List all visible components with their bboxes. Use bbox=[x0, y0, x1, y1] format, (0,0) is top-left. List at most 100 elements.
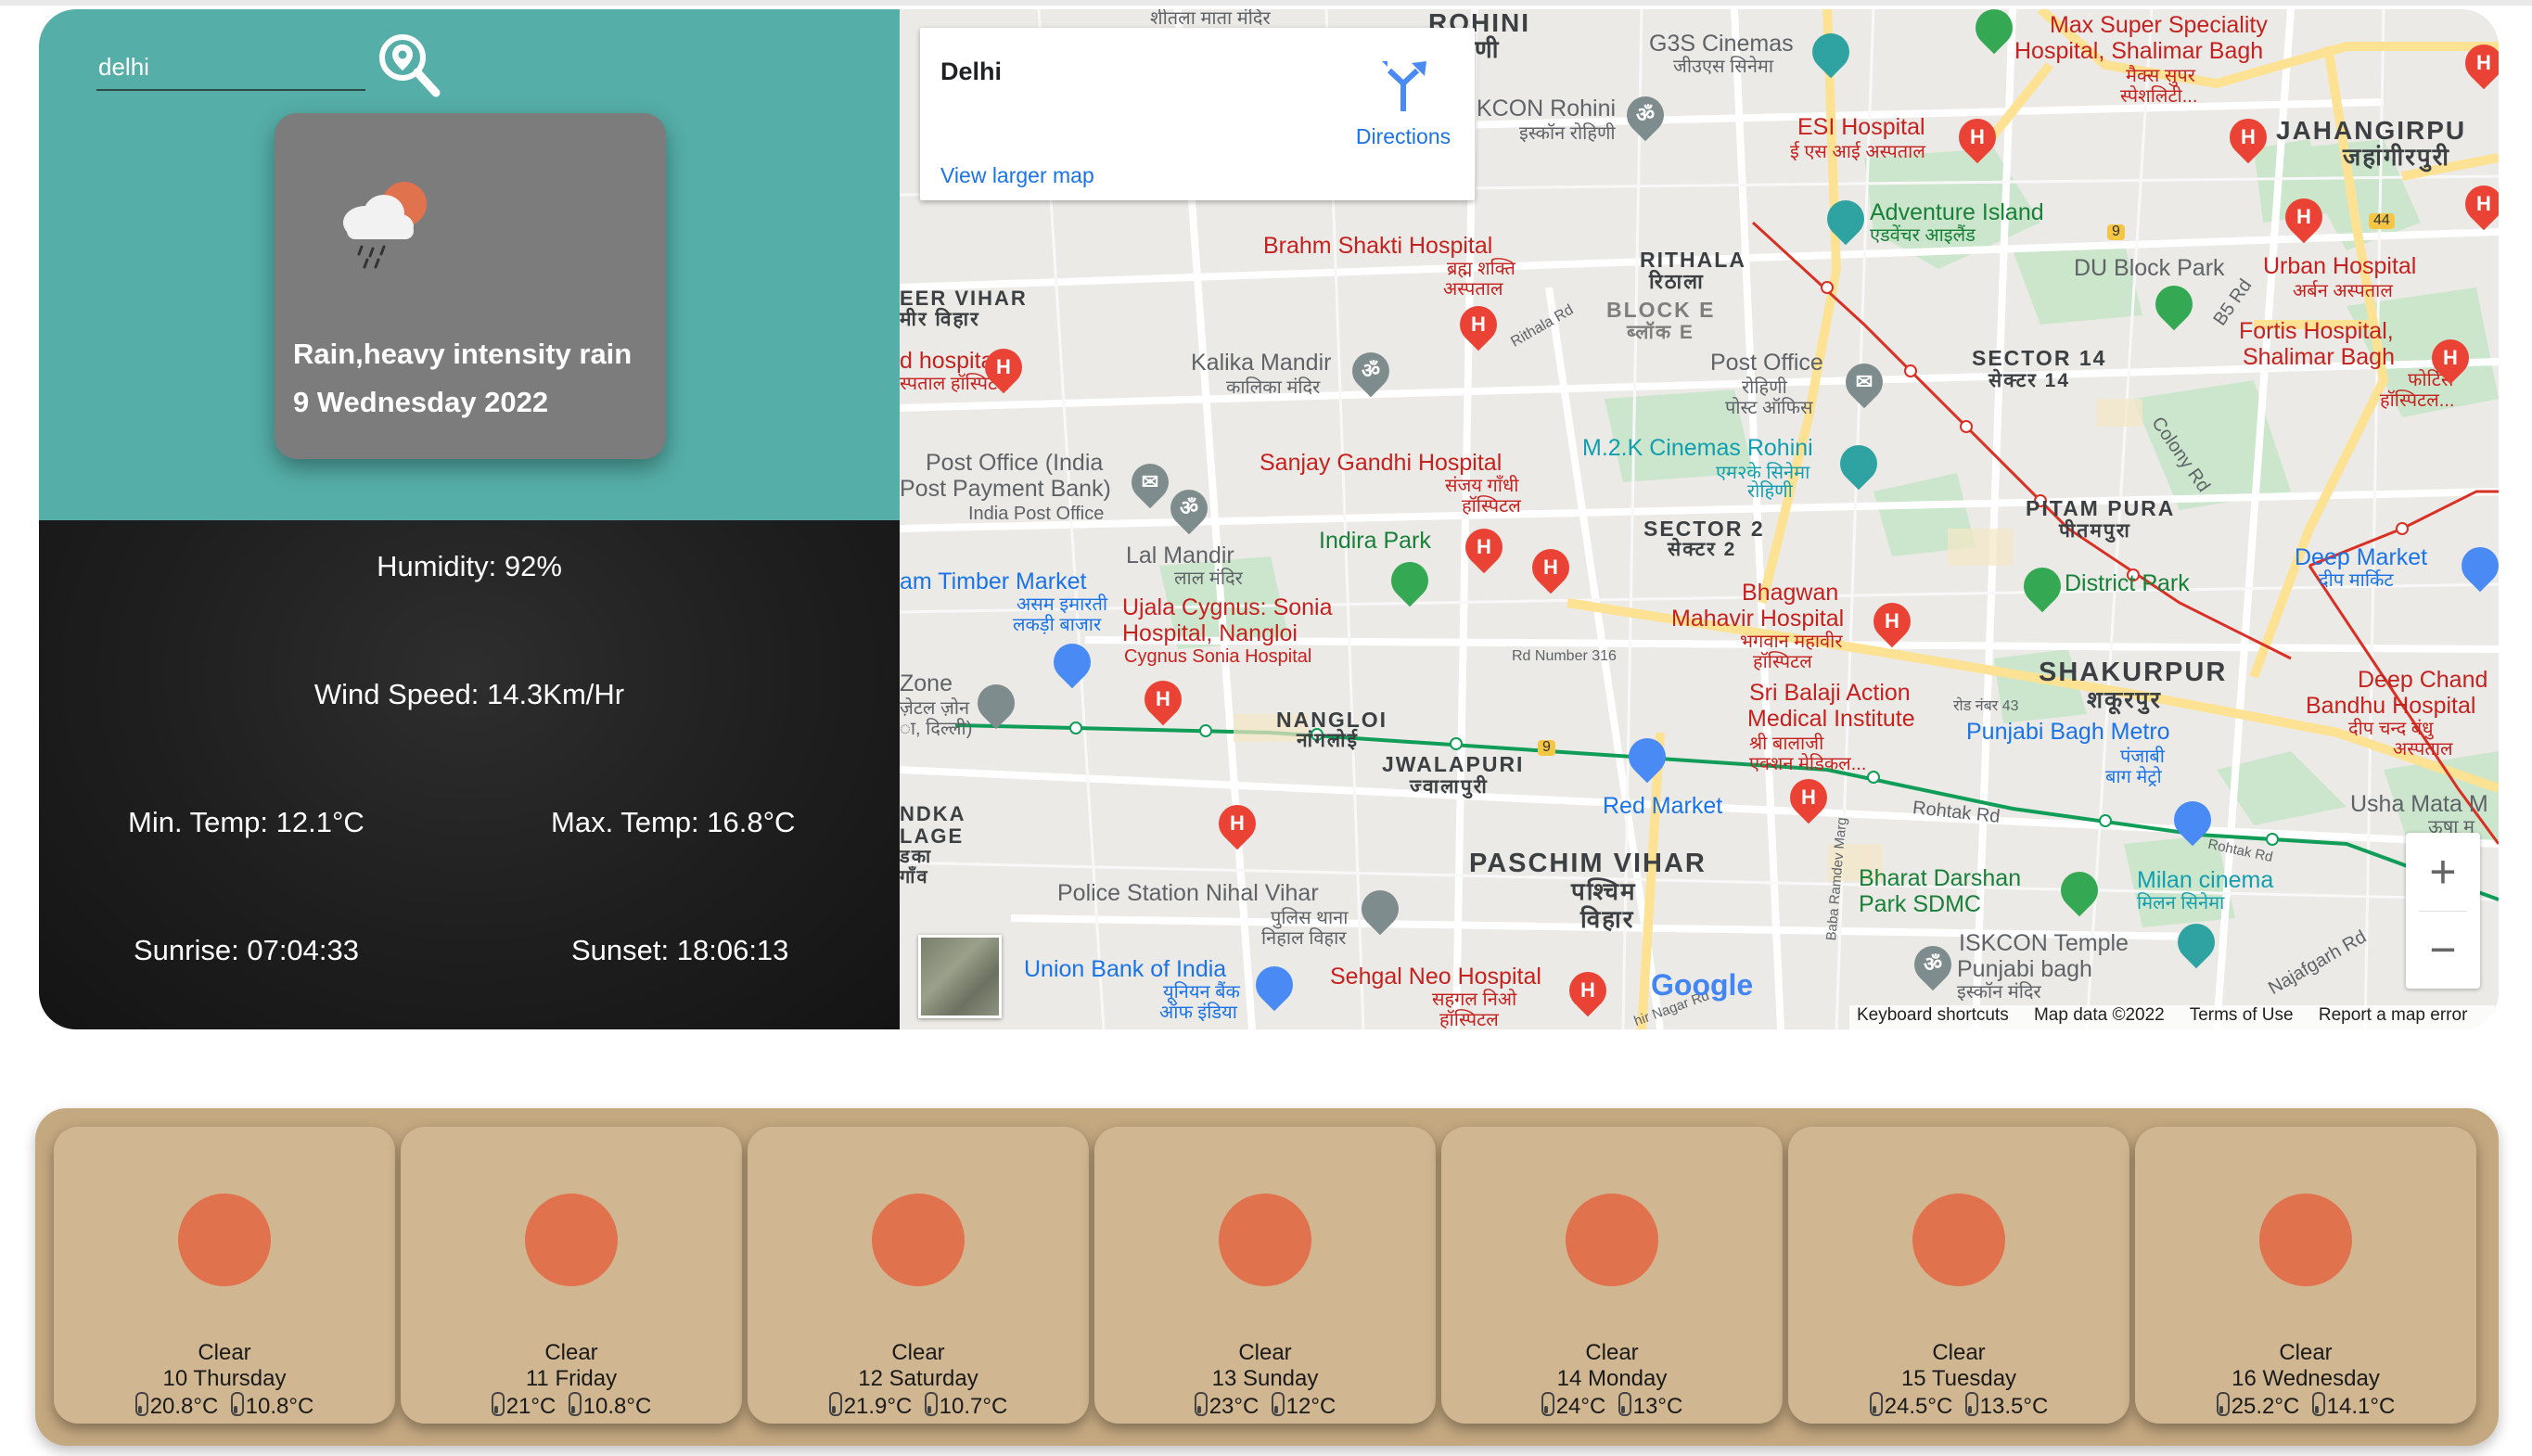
location-search-button[interactable] bbox=[377, 32, 441, 100]
thermometer-icon bbox=[1618, 1392, 1631, 1416]
map-label-deep-chand-hi: दीप चन्द बंधु bbox=[2348, 719, 2434, 739]
forecast-temps: 24.5°C 13.5°C bbox=[1788, 1392, 2129, 1420]
forecast-min-temp: 10.8°C bbox=[582, 1394, 652, 1419]
report-map-error-link[interactable]: Report a map error bbox=[2319, 1005, 2468, 1025]
forecast-min-temp: 14.1°C bbox=[2326, 1394, 2396, 1419]
map-label-brahm-shakti-hi2: अस्पताल bbox=[1443, 279, 1503, 300]
satellite-view-toggle[interactable] bbox=[918, 935, 1002, 1018]
map-label-g3s: G3S Cinemas bbox=[1649, 31, 1794, 57]
forecast-condition: Clear bbox=[1238, 1340, 1292, 1365]
thermometer-icon bbox=[924, 1392, 938, 1416]
embedded-map[interactable]: ROHINI रोहिणी शीतला माता मंदिर G3S Cinem… bbox=[900, 9, 2499, 1029]
hospital-pin-icon[interactable]: H bbox=[1210, 797, 1264, 850]
map-label-paschim-vihar-hi2: विहार bbox=[1580, 905, 1635, 933]
map-label-max-hospital-hi: मैक्स सुपर bbox=[2126, 66, 2195, 86]
map-label-rd-43: रोड नंबर 43 bbox=[1953, 698, 2019, 714]
hospital-pin-icon[interactable]: H bbox=[977, 340, 1030, 394]
forecast-temps: 21°C 10.8°C bbox=[401, 1392, 742, 1420]
directions-label: Directions bbox=[1355, 124, 1451, 148]
forecast-min-temp: 13.5°C bbox=[1979, 1394, 2049, 1419]
post-office-pin-icon[interactable]: ✉ bbox=[1123, 455, 1177, 509]
forecast-condition: Clear bbox=[1932, 1340, 1986, 1365]
hospital-pin-icon[interactable]: H bbox=[1865, 594, 1919, 648]
forecast-max-temp: 20.8°C bbox=[149, 1394, 219, 1419]
map-label-mzk-cinemas-hi2: रोहिणी bbox=[1747, 481, 1793, 502]
weather-details: Humidity: 92% Wind Speed: 14.3Km/Hr Min.… bbox=[39, 520, 900, 1029]
map-label-deep-chand-2: Bandhu Hospital bbox=[2306, 693, 2476, 719]
keyboard-shortcuts-link[interactable]: Keyboard shortcuts bbox=[1857, 1005, 2009, 1025]
map-label-fortis-hi2: हॉस्पिटल... bbox=[2380, 390, 2455, 411]
map-label-bharat-darshan-2: Park SDMC bbox=[1859, 891, 1981, 917]
map-label-block-e: BLOCK E bbox=[1606, 298, 1716, 322]
map-label-deep-chand: Deep Chand bbox=[2358, 667, 2488, 693]
map-label-adventure-island-hi: एडवेंचर आइलैंड bbox=[1870, 225, 1976, 246]
map-label-post-office-india-c: India Post Office bbox=[968, 504, 1105, 524]
forecast-min-temp: 12°C bbox=[1285, 1394, 1336, 1419]
map-label-brahm-shakti-hi: ब्रह्म शक्ति bbox=[1447, 259, 1515, 279]
forecast-temps: 20.8°C 10.8°C bbox=[54, 1392, 395, 1420]
forecast-max-temp: 25.2°C bbox=[2231, 1394, 2300, 1419]
map-label-indira-park: Indira Park bbox=[1319, 528, 1431, 554]
temple-pin-icon[interactable]: ॐ bbox=[1618, 88, 1672, 142]
map-label-iskcon-rohini: KCON Rohini bbox=[1477, 96, 1617, 121]
directions-button[interactable]: Directions bbox=[1343, 46, 1464, 158]
terms-of-use-link[interactable]: Terms of Use bbox=[2190, 1005, 2294, 1025]
thermometer-icon bbox=[1541, 1392, 1554, 1416]
map-label-bharat-darshan: Bharat Darshan bbox=[1859, 865, 2022, 891]
map-label-mata-mandir: शीतला माता मंदिर bbox=[1150, 9, 1271, 29]
map-label-fortis-2: Shalimar Bagh bbox=[2243, 344, 2395, 370]
post-office-pin-icon[interactable]: ✉ bbox=[1837, 355, 1891, 409]
thermometer-icon bbox=[2216, 1392, 2230, 1416]
map-label-bhagwan-2: Mahavir Hospital bbox=[1671, 606, 1845, 632]
thermometer-icon bbox=[1964, 1392, 1978, 1416]
map-label-sector14-hi: सेक्टर 14 bbox=[1989, 370, 2071, 391]
city-search-input[interactable] bbox=[96, 45, 365, 91]
forecast-date: 14 Monday bbox=[1556, 1366, 1668, 1391]
google-logo: Google bbox=[1651, 968, 1753, 1003]
hospital-pin-icon[interactable]: H bbox=[1457, 520, 1511, 574]
temple-pin-icon[interactable]: ॐ bbox=[1344, 344, 1398, 398]
hospital-pin-icon[interactable]: H bbox=[2277, 190, 2331, 244]
forecast-card: Clear 16 Wednesday 25.2°C 14.1°C bbox=[2135, 1127, 2476, 1424]
zoom-out-button[interactable]: − bbox=[2406, 913, 2480, 987]
hospital-pin-icon[interactable]: H bbox=[1950, 110, 2004, 164]
map-label-sri-balaji-2: Medical Institute bbox=[1747, 706, 1915, 732]
hospital-pin-icon[interactable]: H bbox=[2221, 110, 2275, 164]
hospital-pin-icon[interactable]: H bbox=[2423, 331, 2477, 385]
map-label-kalika-hi: कालिका मंदिर bbox=[1226, 377, 1321, 398]
thermometer-icon bbox=[568, 1392, 582, 1416]
map-label-du-block: DU Block Park bbox=[2074, 255, 2225, 281]
map-label-block-e-hi: ब्लॉक E bbox=[1627, 322, 1694, 343]
view-larger-map-link[interactable]: View larger map bbox=[940, 163, 1094, 188]
map-label-bhagwan-hi2: हॉस्पिटल bbox=[1753, 652, 1812, 672]
map-label-ndka-hi: डका bbox=[900, 847, 933, 867]
hospital-pin-icon[interactable]: H bbox=[1561, 964, 1615, 1017]
map-label-vihar: EER VIHAR bbox=[900, 287, 1028, 310]
forecast-condition: Clear bbox=[198, 1340, 251, 1365]
highway-badge: 9 bbox=[2107, 224, 2125, 240]
map-label-max-hospital: Max Super Speciality bbox=[2050, 12, 2268, 38]
sun-icon bbox=[872, 1194, 965, 1286]
hospital-pin-icon[interactable]: H bbox=[1451, 298, 1505, 351]
forecast-min-temp: 13°C bbox=[1632, 1394, 1683, 1419]
hospital-pin-icon[interactable]: H bbox=[1524, 541, 1578, 594]
map-label-sector14: SECTOR 14 bbox=[1972, 346, 2107, 370]
temple-pin-icon[interactable]: ॐ bbox=[1162, 481, 1216, 535]
google-logo-text: Google bbox=[1651, 968, 1754, 1002]
thermometer-icon bbox=[1271, 1392, 1285, 1416]
hospital-pin-icon[interactable]: H bbox=[1782, 771, 1835, 824]
map-label-punjabi-bagh-metro: Punjabi Bagh Metro bbox=[1966, 719, 2170, 745]
map-label-ujala-2: Hospital, Nangloi bbox=[1122, 620, 1298, 646]
map-label-sri-balaji: Sri Balaji Action bbox=[1749, 680, 1911, 706]
map-label-nangloi-hi: नांगलोई bbox=[1297, 730, 1359, 751]
temple-pin-icon[interactable]: ॐ bbox=[1906, 938, 1960, 991]
map-label-timber-market-hi2: लकड़ी बाजार bbox=[1013, 615, 1102, 635]
map-label-usha: Usha Mata M bbox=[2350, 791, 2488, 817]
map-label-iskcon-temple-2: Punjabi bagh bbox=[1957, 956, 2092, 982]
map-label-timber-market-hi: असम इमारती bbox=[1017, 594, 1108, 615]
zoom-in-button[interactable]: + bbox=[2406, 835, 2480, 909]
map-label-post-office-rohini-hi2: पोस्ट ऑफिस bbox=[1725, 398, 1813, 418]
hospital-pin-icon[interactable]: H bbox=[1136, 672, 1190, 726]
map-label-zone: Zone bbox=[900, 671, 953, 696]
map-label-deep-chand-hi2: अस्पताल bbox=[2393, 739, 2453, 760]
